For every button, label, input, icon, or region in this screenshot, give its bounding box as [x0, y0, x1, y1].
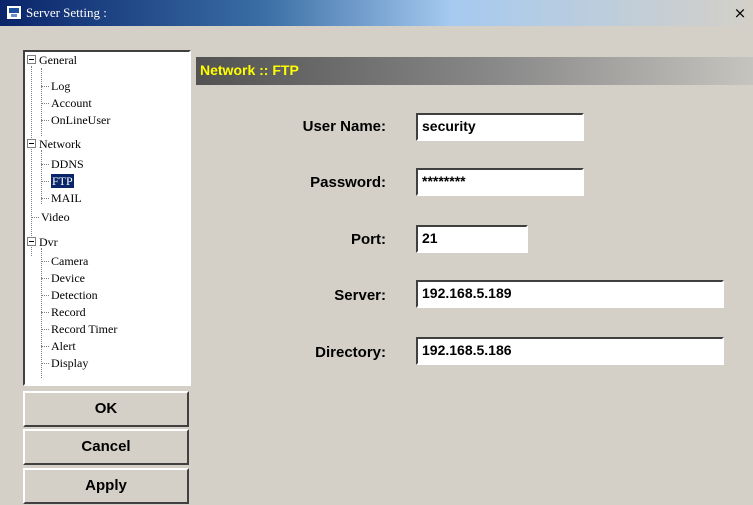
window-title: Server Setting : [26, 5, 107, 20]
tree-item-alert[interactable]: Alert [51, 339, 76, 353]
server-label: Server: [334, 287, 386, 304]
tree-item-general[interactable]: General [39, 53, 77, 67]
tree-item-camera[interactable]: Camera [51, 254, 88, 268]
user-name-label: User Name: [302, 118, 386, 135]
tree-item-display[interactable]: Display [51, 356, 88, 370]
ok-button[interactable]: OK [23, 391, 189, 427]
collapse-toggle-icon[interactable] [27, 55, 36, 64]
tree-connector [31, 217, 39, 218]
collapse-toggle-icon[interactable] [27, 237, 36, 246]
tree-connector [41, 103, 49, 104]
tree-item-record[interactable]: Record [51, 305, 86, 319]
panel-title: Network :: FTP [200, 62, 299, 78]
tree-item-log[interactable]: Log [51, 79, 70, 93]
tree-connector [41, 363, 49, 364]
server-input[interactable]: 192.168.5.189 [416, 280, 724, 308]
directory-input[interactable]: 192.168.5.186 [416, 337, 724, 365]
tree-item-detection[interactable]: Detection [51, 288, 98, 302]
tree-connector [41, 329, 49, 330]
tree-connector [41, 261, 49, 262]
tree-item-device[interactable]: Device [51, 271, 85, 285]
tree-connector [41, 278, 49, 279]
tree-connector [41, 120, 49, 121]
tree-item-ftp[interactable]: FTP [51, 174, 74, 188]
tree-item-mail[interactable]: MAIL [51, 191, 82, 205]
password-label: Password: [310, 174, 386, 191]
tree-connector [41, 164, 49, 165]
tree-connector [41, 346, 49, 347]
port-input[interactable]: 21 [416, 225, 528, 253]
password-input[interactable]: ******** [416, 168, 584, 196]
collapse-toggle-icon[interactable] [27, 139, 36, 148]
directory-label: Directory: [315, 344, 386, 361]
tree-connector [41, 295, 49, 296]
port-label: Port: [351, 231, 386, 248]
tree-connector [41, 150, 42, 204]
close-button[interactable]: × [730, 3, 750, 23]
tree-item-network[interactable]: Network [39, 137, 81, 151]
tree-item-ddns[interactable]: DDNS [51, 157, 84, 171]
tree-connector [31, 66, 32, 256]
tree-connector [41, 312, 49, 313]
cancel-button[interactable]: Cancel [23, 429, 189, 465]
title-bar: Server Setting : [0, 0, 753, 26]
apply-button[interactable]: Apply [23, 468, 189, 504]
user-name-input[interactable]: security [416, 113, 584, 141]
tree-item-video[interactable]: Video [41, 210, 70, 224]
panel-header: Network :: FTP [196, 57, 753, 85]
tree-item-onlineuser[interactable]: OnLineUser [51, 113, 110, 127]
settings-tree[interactable]: General Log Account OnLineUser Network D… [23, 50, 191, 386]
tree-connector [41, 181, 49, 182]
app-icon [6, 5, 22, 20]
tree-item-account[interactable]: Account [51, 96, 92, 110]
tree-item-dvr[interactable]: Dvr [39, 235, 58, 249]
tree-connector [41, 86, 49, 87]
tree-connector [41, 198, 49, 199]
tree-connector [41, 68, 42, 136]
tree-connector [41, 248, 42, 378]
tree-item-record-timer[interactable]: Record Timer [51, 322, 117, 336]
